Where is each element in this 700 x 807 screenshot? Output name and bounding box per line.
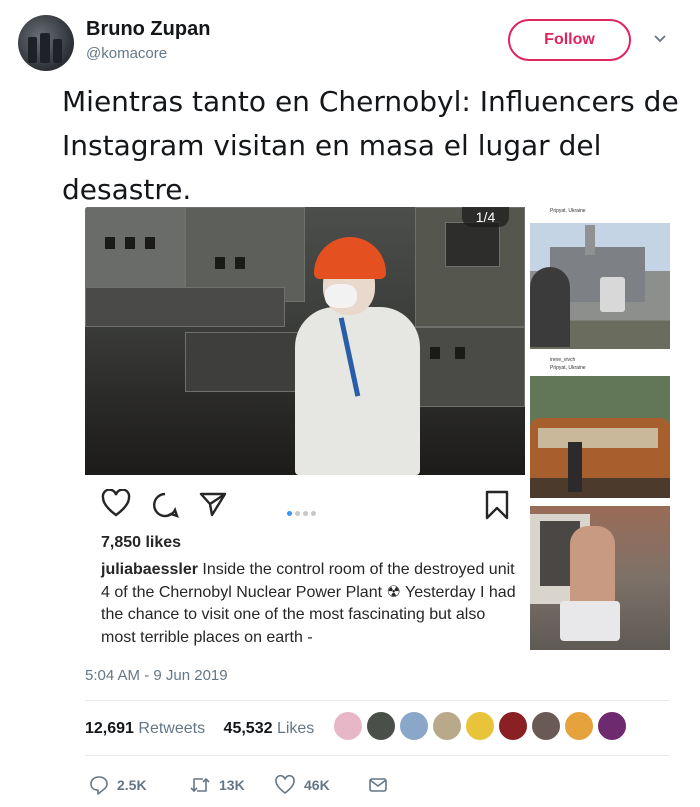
retweets-label: Retweets [138,720,206,737]
carousel-dot [303,511,308,516]
follow-button[interactable]: Follow [508,19,631,61]
direct-message-icon [369,778,387,792]
share-icon[interactable] [199,491,227,517]
heart-icon[interactable] [101,489,131,517]
retweet-count: 13K [219,777,245,793]
likes-label: Likes [276,720,315,737]
liker-avatar[interactable] [597,711,627,741]
comment-icon[interactable] [151,491,179,519]
direct-message-button[interactable] [368,772,388,798]
divider [85,700,670,701]
liker-avatar[interactable] [432,711,462,741]
liker-avatar[interactable] [564,711,594,741]
avatar[interactable] [18,15,74,71]
thumbnail-image[interactable]: Pripyat, Ukraine [530,207,670,349]
post-caption: juliabaessler Inside the control room of… [101,559,521,649]
author-handle[interactable]: @komacore [86,45,167,62]
chevron-down-icon[interactable] [652,30,668,46]
thumbnail-location: Pripyat, Ukraine [550,365,586,371]
carousel-dot [295,511,300,516]
carousel-dot [311,511,316,516]
instagram-post[interactable]: 1/4 7,850 likes juliabaessler Inside the… [85,207,525,650]
tweet-timestamp[interactable]: 5:04 AM - 9 Jun 2019 [85,667,228,684]
reply-count: 2.5K [117,777,147,793]
reply-button[interactable]: 2.5K [89,772,147,798]
tweet-action-bar: 2.5K 13K 46K [85,772,670,798]
tweet-stats: 12,691 Retweets 45,532 Likes [85,720,328,738]
retweets-stat[interactable]: 12,691 Retweets [85,720,205,737]
thumbnail-location: Pripyat, Ukraine [530,207,670,223]
likes-stat[interactable]: 45,532 Likes [224,720,315,737]
tweet-text: Mientras tanto en Chernobyl: Influencers… [62,85,679,206]
liker-avatar[interactable] [531,711,561,741]
divider [85,755,670,756]
liker-avatar[interactable] [399,711,429,741]
thumbnail-user: irene_vivch [550,357,576,363]
post-photo[interactable]: 1/4 [85,207,525,475]
post-likes: 7,850 likes [101,534,182,551]
like-button[interactable]: 46K [274,772,330,798]
thumbnail-image[interactable] [530,506,670,650]
retweets-count: 12,691 [85,720,134,737]
liker-avatar[interactable] [465,711,495,741]
bookmark-icon[interactable] [484,490,510,520]
retweet-button[interactable]: 13K [189,772,245,798]
likes-count: 45,532 [223,720,273,737]
post-username[interactable]: juliabaessler [101,561,198,578]
like-icon [275,775,295,795]
author-name[interactable]: Bruno Zupan [86,18,210,41]
liker-avatar[interactable] [498,711,528,741]
thumbnail-image[interactable]: irene_vivch Pripyat, Ukraine [530,356,670,498]
liker-avatar[interactable] [333,711,363,741]
carousel-dot-active [287,511,292,516]
carousel-dots [287,503,319,521]
like-count: 46K [304,777,330,793]
tweet-card: Bruno Zupan @komacore Follow Mientras ta… [0,0,700,807]
reply-icon [90,776,108,795]
retweet-icon [190,778,210,792]
carousel-page-indicator: 1/4 [462,207,509,227]
liker-avatar[interactable] [366,711,396,741]
